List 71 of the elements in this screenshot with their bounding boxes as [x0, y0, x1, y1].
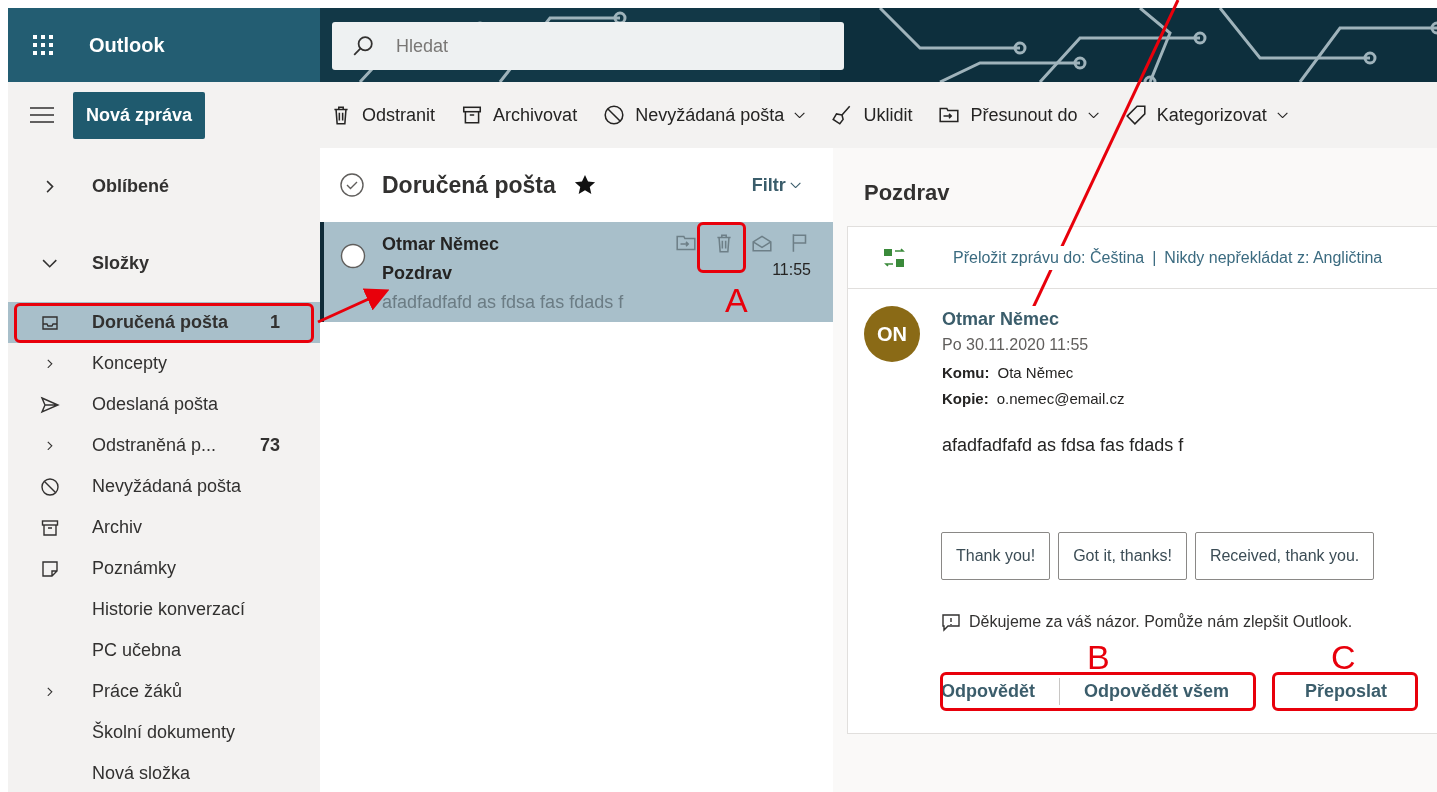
translate-icon — [883, 246, 907, 269]
message-preview: afadfadfafd as fdsa fas fdads f — [382, 291, 624, 314]
unread-count: 73 — [259, 434, 280, 457]
cc-recipient: o.nemec@email.cz — [996, 389, 1125, 409]
archive-icon — [461, 104, 484, 126]
folder-item[interactable]: Archiv — [8, 507, 320, 548]
never-translate-link[interactable]: Nikdy nepřekládat z: Angličtina — [1164, 245, 1383, 270]
folder-item[interactable]: Historie konverzací — [8, 589, 320, 630]
annotation-label: C — [1331, 640, 1356, 674]
app-launcher-icon[interactable] — [32, 34, 54, 56]
toolbar-button[interactable]: Uklidit — [831, 101, 913, 129]
blocked-icon — [40, 476, 60, 497]
feedback-icon[interactable] — [941, 612, 961, 632]
feedback-text: Děkujeme za váš názor. Pomůže nám zlepšit Outlook. — [969, 612, 1353, 632]
message-subject: Pozdrav — [863, 179, 951, 207]
folder-item[interactable]: Odstraněná p... 73 — [8, 425, 320, 466]
sender-name: Otmar Němec — [382, 233, 501, 256]
highlight-box — [697, 222, 746, 273]
folder-item[interactable]: Odeslaná pošta — [8, 384, 320, 425]
note-icon — [40, 558, 60, 579]
star-icon[interactable] — [573, 174, 596, 196]
message-subject: Pozdrav — [382, 262, 454, 285]
app-title[interactable]: Outlook — [89, 30, 165, 60]
select-all-icon[interactable] — [340, 173, 364, 197]
section-header[interactable]: Oblíbené — [92, 173, 169, 200]
sender-name[interactable]: Otmar Němec — [942, 306, 1060, 332]
annotation-label: A — [725, 283, 748, 317]
toolbar-button[interactable]: Kategorizovat — [1124, 101, 1288, 129]
annotation-label: B — [1087, 640, 1110, 674]
field-label: Kopie: — [942, 389, 989, 409]
separator: | — [1152, 247, 1157, 268]
folder-item[interactable]: Koncepty — [8, 343, 320, 384]
toolbar-button[interactable]: Přesunout do — [938, 101, 1099, 129]
toolbar-button[interactable]: Nevyžádaná pošta — [603, 101, 806, 129]
search-field[interactable]: Hledat — [332, 22, 844, 70]
avatar: ON — [864, 306, 920, 362]
select-circle[interactable] — [340, 243, 366, 269]
field-label: Komu: — [942, 363, 990, 383]
translate-link[interactable]: Přeložit zprávu do: Čeština — [953, 245, 1145, 270]
folder-item[interactable]: PC učebna — [8, 630, 320, 671]
folder-title: Doručená pošta — [382, 170, 556, 200]
caret-icon — [789, 181, 801, 189]
toolbar-button[interactable]: Odstranit — [330, 101, 436, 129]
reply-all-button[interactable]: Odpovědět všem — [1059, 678, 1230, 705]
new-message-button[interactable]: Nová zpráva — [73, 91, 206, 139]
quick-reply-button[interactable]: Thank you! — [941, 532, 1051, 580]
reply-button[interactable]: Odpovědět — [941, 678, 1035, 705]
chevron-icon — [47, 686, 53, 697]
quick-reply-button[interactable]: Received, thank you. — [1194, 532, 1375, 580]
message-body: afadfadfafd as fdsa fas fdads f — [942, 434, 1184, 457]
unread-count: 1 — [270, 311, 280, 334]
toolbar-button[interactable]: Archivovat — [461, 101, 578, 129]
send-icon — [40, 394, 60, 415]
folder-item[interactable]: Nová složka — [8, 753, 320, 792]
folder-item[interactable]: Poznámky — [8, 548, 320, 589]
folder-item[interactable]: Práce žáků — [8, 671, 320, 712]
chevron-icon — [47, 440, 53, 451]
section-header[interactable]: Složky — [92, 250, 150, 277]
chevron-icon — [47, 358, 53, 369]
quick-reply-button[interactable]: Got it, thanks! — [1058, 532, 1187, 580]
recipient: Ota Němec — [997, 363, 1074, 383]
folder-item[interactable]: Nevyžádaná pošta — [8, 466, 320, 507]
folder-item[interactable]: Školní dokumenty — [8, 712, 320, 753]
archive-icon — [40, 517, 60, 538]
search-icon — [352, 35, 374, 57]
tag-icon — [1124, 104, 1147, 126]
menu-icon[interactable] — [30, 107, 54, 123]
forward-button[interactable]: Přeposlat — [1305, 678, 1388, 705]
message-time: 11:55 — [772, 260, 811, 280]
filter-button[interactable]: Filtr — [751, 171, 801, 199]
blocked-icon — [603, 104, 626, 126]
